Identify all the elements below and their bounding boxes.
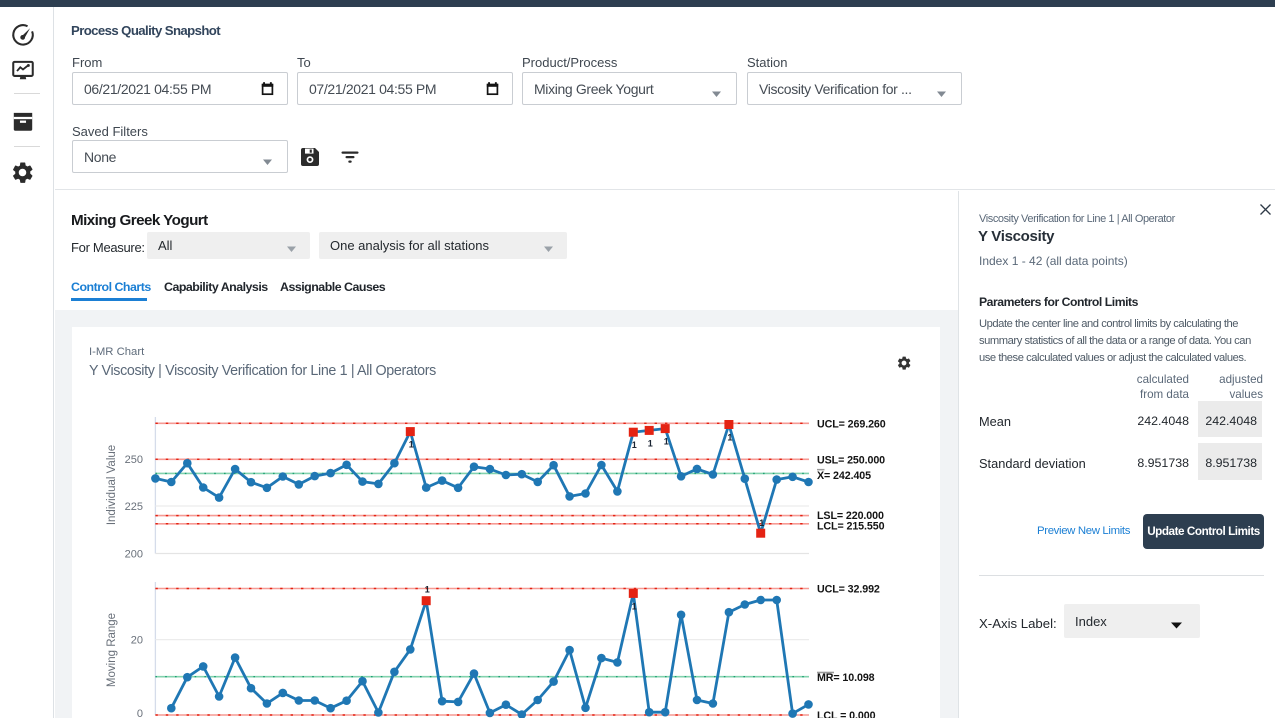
svg-text:LCL = 0.000: LCL = 0.000 bbox=[817, 710, 876, 718]
svg-text:X= 242.405: X= 242.405 bbox=[817, 470, 871, 482]
svg-text:1: 1 bbox=[664, 437, 669, 447]
svg-text:200: 200 bbox=[125, 549, 143, 561]
svg-text:Moving Range: Moving Range bbox=[106, 613, 118, 687]
svg-text:0: 0 bbox=[137, 708, 143, 718]
svg-text:LCL= 215.550: LCL= 215.550 bbox=[817, 520, 885, 532]
svg-text:1: 1 bbox=[409, 440, 414, 450]
svg-text:225: 225 bbox=[125, 501, 143, 513]
svg-text:UCL= 32.992: UCL= 32.992 bbox=[817, 584, 880, 596]
svg-text:MR= 10.098: MR= 10.098 bbox=[817, 672, 875, 684]
svg-text:1: 1 bbox=[648, 438, 653, 448]
svg-text:1: 1 bbox=[632, 601, 637, 611]
svg-text:1: 1 bbox=[632, 440, 637, 450]
svg-text:20: 20 bbox=[131, 635, 143, 647]
svg-text:1: 1 bbox=[759, 518, 764, 528]
svg-text:UCL= 269.260: UCL= 269.260 bbox=[817, 418, 886, 430]
svg-text:Individual Value: Individual Value bbox=[106, 445, 118, 525]
svg-text:250: 250 bbox=[125, 454, 143, 466]
svg-text:1: 1 bbox=[425, 585, 430, 595]
svg-text:USL= 250.000: USL= 250.000 bbox=[817, 454, 885, 466]
svg-text:1: 1 bbox=[727, 433, 732, 443]
